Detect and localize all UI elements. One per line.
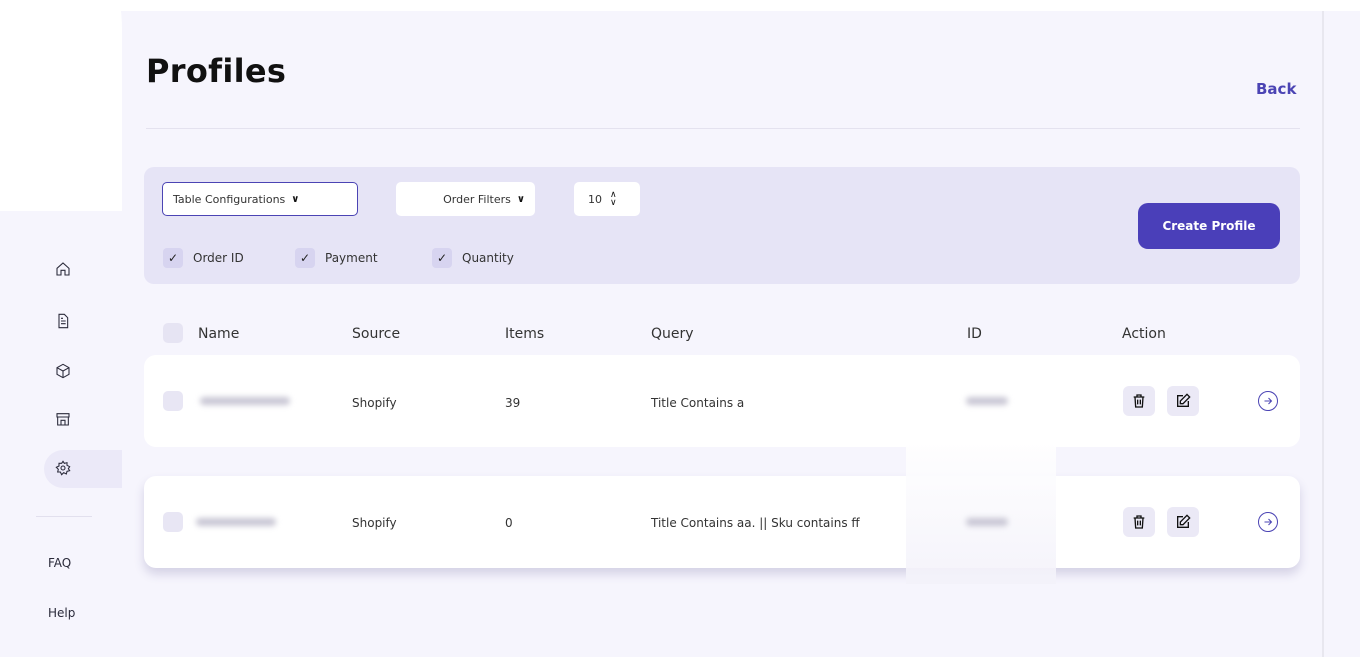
title-divider — [146, 128, 1300, 129]
trash-icon — [1133, 515, 1145, 529]
document-icon[interactable] — [54, 312, 72, 330]
sidebar-logo-area — [0, 11, 122, 211]
order-id-checkbox[interactable]: ✓ Order ID — [163, 248, 244, 268]
column-header-id: ID — [967, 326, 982, 342]
column-header-action: Action — [1122, 326, 1166, 342]
back-link[interactable]: Back — [1256, 80, 1296, 98]
store-icon[interactable] — [54, 410, 72, 428]
order-filters-label: Order Filters — [443, 192, 511, 206]
redacted-id — [966, 397, 1008, 405]
row-checkbox[interactable] — [163, 391, 183, 411]
delete-button[interactable] — [1123, 386, 1155, 416]
open-row-button[interactable] — [1258, 391, 1278, 411]
table-configurations-label: Table Configurations — [173, 192, 286, 206]
top-strip — [0, 0, 1360, 11]
row-checkbox[interactable] — [163, 512, 183, 532]
stepper-arrows-icon[interactable]: ∧ ∨ — [610, 191, 617, 208]
row-source: Shopify — [352, 396, 397, 410]
create-profile-button[interactable]: Create Profile — [1138, 203, 1280, 249]
edit-button[interactable] — [1167, 507, 1199, 537]
edit-button[interactable] — [1167, 386, 1199, 416]
delete-button[interactable] — [1123, 507, 1155, 537]
chevron-down-icon: ∨ — [291, 193, 300, 205]
arrow-right-icon — [1264, 397, 1273, 405]
page-size-value: 10 — [588, 192, 602, 206]
redacted-name — [200, 397, 290, 405]
row-query: Title Contains aa. || Sku contains ff — [651, 516, 860, 530]
quantity-checkbox[interactable]: ✓ Quantity — [432, 248, 514, 268]
row-items: 39 — [505, 396, 521, 410]
row-query: Title Contains a — [651, 396, 745, 410]
column-header-name: Name — [198, 326, 240, 342]
table-configurations-select[interactable]: Table Configurations ∨ — [162, 182, 358, 216]
faq-link[interactable]: FAQ — [48, 556, 71, 570]
redacted-id — [966, 518, 1008, 526]
payment-checkbox-label: Payment — [325, 251, 378, 265]
chevron-down-icon: ∨ — [516, 193, 525, 205]
quantity-checkbox-label: Quantity — [462, 251, 514, 265]
home-icon[interactable] — [54, 260, 72, 278]
column-header-items: Items — [505, 326, 545, 342]
check-icon: ✓ — [163, 248, 183, 268]
edit-icon — [1177, 393, 1191, 407]
arrow-right-icon — [1264, 518, 1273, 526]
id-column-overlay — [906, 442, 1056, 584]
box-icon[interactable] — [54, 362, 72, 380]
help-link[interactable]: Help — [48, 606, 75, 620]
order-id-checkbox-label: Order ID — [193, 251, 244, 265]
redacted-name — [196, 518, 276, 526]
column-header-source: Source — [352, 326, 401, 342]
settings-icon[interactable] — [54, 459, 72, 477]
edit-icon — [1177, 514, 1191, 528]
trash-icon — [1133, 394, 1145, 408]
row-items: 0 — [505, 516, 513, 530]
check-icon: ✓ — [432, 248, 452, 268]
right-panel — [1322, 11, 1360, 657]
check-icon: ✓ — [295, 248, 315, 268]
row-source: Shopify — [352, 516, 397, 530]
page-title: Profiles — [146, 52, 287, 90]
select-all-checkbox[interactable] — [163, 323, 183, 343]
payment-checkbox[interactable]: ✓ Payment — [295, 248, 378, 268]
page-size-stepper[interactable]: 10 ∧ ∨ — [574, 182, 640, 216]
sidebar-divider — [36, 516, 92, 517]
column-header-query: Query — [651, 326, 694, 342]
order-filters-select[interactable]: Order Filters ∨ — [396, 182, 535, 216]
open-row-button[interactable] — [1258, 512, 1278, 532]
